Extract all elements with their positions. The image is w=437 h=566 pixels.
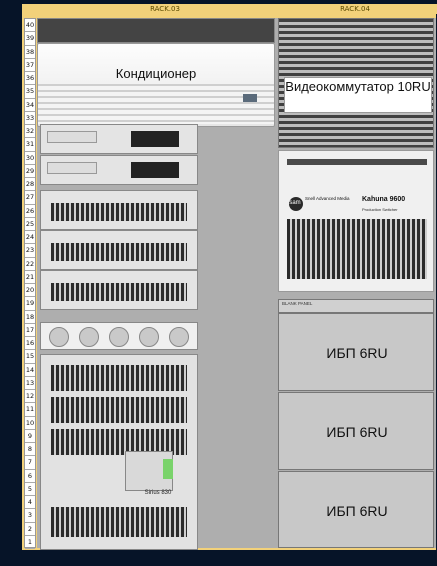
- rack-unit-38: 38: [25, 46, 35, 59]
- chassis-3-vent: [51, 283, 187, 301]
- ups-2[interactable]: ИБП 6RU: [278, 392, 434, 470]
- ac-display-icon: [243, 94, 257, 102]
- ups-2-label: ИБП 6RU: [326, 424, 388, 440]
- rack-unit-ruler: 40 39 38 37 36 35 34 33 32 31 30 29 28 27 26 25 24 23 22 21…: [24, 18, 36, 549]
- fan-panel[interactable]: [40, 322, 198, 350]
- rack-04-label: RACK.04: [340, 5, 370, 13]
- rack-unit-11: 11: [25, 403, 35, 417]
- rack-unit-20: 20: [25, 284, 35, 298]
- rack-unit-31: 31: [25, 138, 35, 152]
- rack-unit-40: 40: [25, 19, 35, 33]
- fan-3-icon: [109, 327, 129, 347]
- rack-unit-26: 26: [25, 205, 35, 218]
- rack-unit-30: 30: [25, 152, 35, 165]
- chassis-vent-1: [51, 365, 187, 391]
- rack-unit-18: 18: [25, 311, 35, 324]
- rack-unit-25: 25: [25, 218, 35, 231]
- rack-unit-34: 34: [25, 99, 35, 112]
- sam-logo-text: sam: [289, 200, 301, 206]
- rack-unit-23: 23: [25, 244, 35, 258]
- rack-03-label: RACK.03: [150, 5, 180, 13]
- rack-unit-6: 6: [25, 470, 35, 483]
- rack-unit-17: 17: [25, 324, 35, 337]
- chassis-1-vent: [51, 203, 187, 221]
- switcher-front-vent: [287, 219, 427, 279]
- rack-unit-16: 16: [25, 337, 35, 351]
- rack-unit-22: 22: [25, 258, 35, 271]
- sirius-model-label: Sirius 830: [144, 490, 172, 496]
- ups-3[interactable]: ИБП 6RU: [278, 471, 434, 548]
- ac-vent: [38, 84, 274, 124]
- server-1-panel: [47, 131, 97, 143]
- chassis-led-icon: [163, 459, 173, 479]
- rack-unit-2: 2: [25, 523, 35, 536]
- chassis-vent-4: [51, 507, 187, 537]
- fan-5-icon: [169, 327, 189, 347]
- fan-2-icon: [79, 327, 99, 347]
- ups-1[interactable]: ИБП 6RU: [278, 313, 434, 391]
- server-1[interactable]: [40, 124, 198, 154]
- rack-unit-8: 8: [25, 443, 35, 457]
- server-2-panel: [47, 162, 97, 174]
- server-1-power-sockets: [131, 131, 179, 147]
- rack-unit-19: 19: [25, 297, 35, 311]
- blank-panel-top[interactable]: [37, 18, 275, 43]
- rack-unit-36: 36: [25, 72, 35, 86]
- rack-unit-39: 39: [25, 32, 35, 46]
- rack-unit-3: 3: [25, 509, 35, 523]
- rack-unit-29: 29: [25, 165, 35, 178]
- rack-unit-33: 33: [25, 112, 35, 125]
- sirius-chassis[interactable]: [40, 354, 198, 550]
- kahuna-subtitle: Production Switcher: [362, 207, 398, 212]
- fan-1-icon: [49, 327, 69, 347]
- rack-unit-13: 13: [25, 377, 35, 390]
- rack-unit-27: 27: [25, 191, 35, 205]
- rack-unit-15: 15: [25, 350, 35, 364]
- air-conditioner[interactable]: [37, 43, 275, 127]
- switcher-top-vent: [287, 159, 427, 165]
- server-2-power-sockets: [131, 162, 179, 178]
- chassis-2-vent: [51, 243, 187, 261]
- sam-company-text: Snell Advanced Media: [305, 196, 350, 201]
- rack-unit-32: 32: [25, 125, 35, 139]
- rack-unit-5: 5: [25, 483, 35, 496]
- rack-unit-14: 14: [25, 364, 35, 377]
- chassis-vent-2: [51, 397, 187, 423]
- rack-unit-7: 7: [25, 456, 35, 470]
- rack-unit-1: 1: [25, 536, 35, 549]
- chassis-2[interactable]: [40, 230, 198, 270]
- rack-unit-24: 24: [25, 231, 35, 245]
- kahuna-switcher[interactable]: [278, 150, 434, 292]
- rack-unit-9: 9: [25, 430, 35, 443]
- rack-unit-10: 10: [25, 417, 35, 430]
- video-switch-label: Видеокоммутатор 10RU: [285, 79, 431, 94]
- rack-unit-35: 35: [25, 85, 35, 99]
- ups-1-label: ИБП 6RU: [326, 345, 388, 361]
- rack-unit-4: 4: [25, 496, 35, 510]
- server-2[interactable]: [40, 155, 198, 185]
- ups-3-label: ИБП 6RU: [326, 503, 388, 519]
- rack-unit-21: 21: [25, 271, 35, 284]
- blank-panel-label: BLANK PANEL: [282, 301, 313, 306]
- rack-unit-37: 37: [25, 59, 35, 72]
- fan-4-icon: [139, 327, 159, 347]
- chassis-3[interactable]: [40, 270, 198, 310]
- chassis-1[interactable]: [40, 190, 198, 230]
- kahuna-brand: Kahuna 9600: [362, 196, 406, 203]
- rack-unit-28: 28: [25, 178, 35, 192]
- rack-unit-12: 12: [25, 390, 35, 404]
- ac-label: Кондиционер: [115, 66, 197, 81]
